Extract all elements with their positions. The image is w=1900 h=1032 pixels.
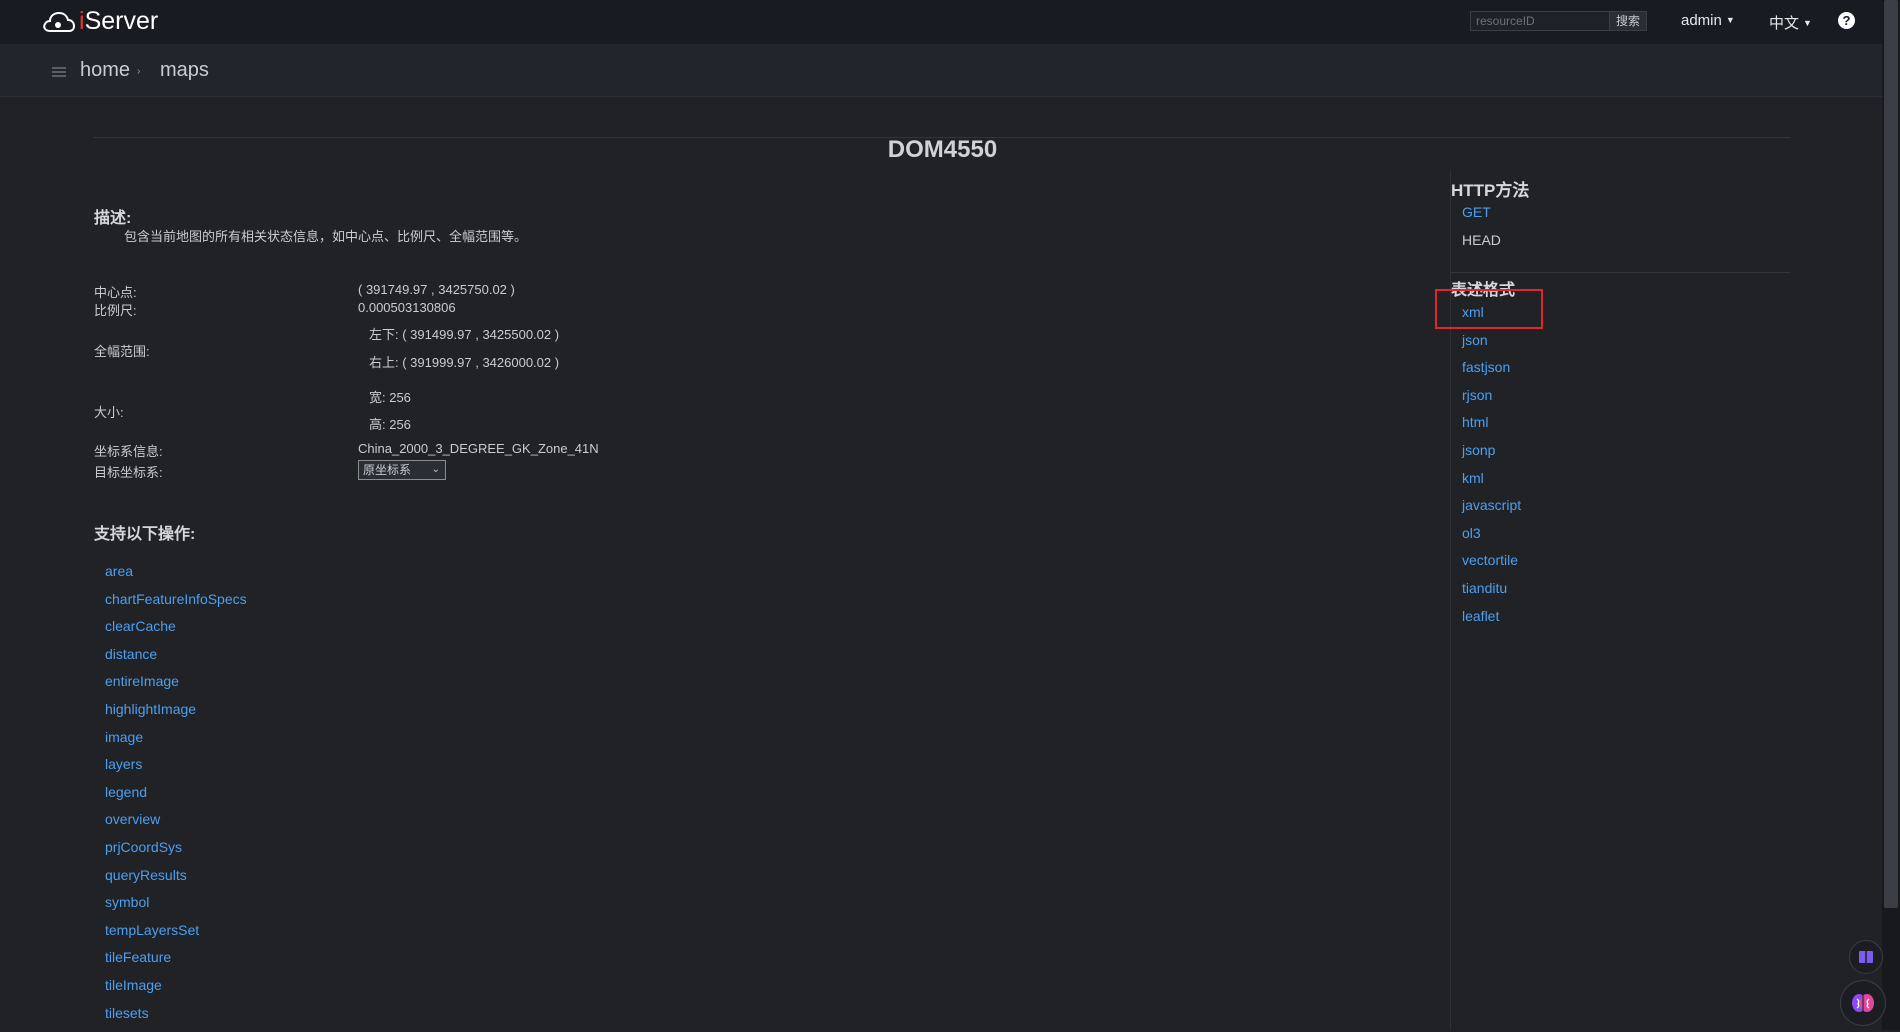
scrollbar-thumb[interactable] (1884, 0, 1898, 908)
format-link-vectortile[interactable]: vectortile (1462, 552, 1521, 580)
search-button[interactable]: 搜索 (1609, 11, 1647, 31)
top-navigation-bar: iServer 搜索 admin ▼ 中文 ▼ ? (0, 0, 1882, 44)
caret-down-icon: ▼ (1726, 15, 1735, 25)
target-crs-selected: 原坐标系 (363, 463, 411, 477)
description-heading: 描述: (94, 204, 131, 228)
operation-link-highlightimage[interactable]: highlightImage (105, 701, 247, 729)
bounds-lower-left: 左下: ( 391499.97 , 3425500.02 ) (369, 324, 559, 343)
operation-link-overview[interactable]: overview (105, 811, 247, 839)
formats-heading: 表述格式 (1451, 276, 1515, 300)
chevron-down-icon: ⌄ (432, 461, 440, 479)
center-label: 中心点: (94, 282, 137, 301)
user-menu[interactable]: admin ▼ (1681, 12, 1735, 29)
size-width: 宽: 256 (369, 387, 411, 406)
formats-list: xml json fastjson rjson html jsonp kml j… (1462, 304, 1521, 635)
format-link-kml[interactable]: kml (1462, 470, 1521, 498)
operation-link-entireimage[interactable]: entireImage (105, 673, 247, 701)
help-icon[interactable]: ? (1838, 12, 1855, 29)
breadcrumb: home › maps (0, 44, 1882, 97)
operation-link-queryresults[interactable]: queryResults (105, 867, 247, 895)
format-link-html[interactable]: html (1462, 414, 1521, 442)
operation-link-clearcache[interactable]: clearCache (105, 618, 247, 646)
operation-link-prjcoordsys[interactable]: prjCoordSys (105, 839, 247, 867)
format-link-javascript[interactable]: javascript (1462, 497, 1521, 525)
operation-link-image[interactable]: image (105, 729, 247, 757)
bounds-upper-right: 右上: ( 391999.97 , 3426000.02 ) (369, 352, 559, 371)
http-method-head: HEAD (1462, 232, 1501, 248)
format-link-ol3[interactable]: ol3 (1462, 525, 1521, 553)
breadcrumb-current: maps (160, 59, 209, 82)
language-menu[interactable]: 中文 ▼ (1769, 12, 1812, 33)
format-link-rjson[interactable]: rjson (1462, 387, 1521, 415)
operations-heading: 支持以下操作: (94, 520, 195, 544)
operation-link-legend[interactable]: legend (105, 784, 247, 812)
bounds-label: 全幅范围: (94, 341, 150, 360)
logo-text: iServer (79, 7, 158, 36)
target-crs-select[interactable]: 原坐标系 ⌄ (358, 460, 446, 480)
size-label: 大小: (94, 402, 124, 421)
book-button[interactable] (1849, 940, 1883, 974)
resource-search-input[interactable] (1470, 11, 1610, 31)
http-methods-heading: HTTP方法 (1451, 176, 1529, 201)
format-link-jsonp[interactable]: jsonp (1462, 442, 1521, 470)
operation-link-templayersset[interactable]: tempLayersSet (105, 922, 247, 950)
breadcrumb-home-link[interactable]: home (80, 59, 130, 82)
target-crs-label: 目标坐标系: (94, 462, 163, 481)
http-method-get[interactable]: GET (1462, 204, 1491, 220)
operation-link-tilesets[interactable]: tilesets (105, 1005, 247, 1032)
logo[interactable]: iServer (42, 7, 158, 36)
scale-value: 0.000503130806 (358, 300, 456, 315)
format-link-tianditu[interactable]: tianditu (1462, 580, 1521, 608)
format-link-fastjson[interactable]: fastjson (1462, 359, 1521, 387)
book-icon (1858, 950, 1874, 964)
description-text: 包含当前地图的所有相关状态信息，如中心点、比例尺、全幅范围等。 (124, 226, 527, 245)
operation-link-area[interactable]: area (105, 563, 247, 591)
cloud-logo-icon (42, 10, 76, 34)
caret-down-icon: ▼ (1803, 18, 1812, 28)
breadcrumb-menu-icon (52, 67, 66, 77)
operations-list: area chartFeatureInfoSpecs clearCache di… (105, 563, 247, 1032)
operation-link-tilefeature[interactable]: tileFeature (105, 949, 247, 977)
format-link-leaflet[interactable]: leaflet (1462, 608, 1521, 636)
format-link-xml[interactable]: xml (1462, 304, 1521, 332)
user-menu-label: admin (1681, 12, 1722, 29)
breadcrumb-separator: › (137, 66, 140, 77)
brain-button[interactable] (1840, 980, 1886, 1026)
crs-label: 坐标系信息: (94, 441, 163, 460)
format-link-json[interactable]: json (1462, 332, 1521, 360)
operation-link-tileimage[interactable]: tileImage (105, 977, 247, 1005)
operation-link-layers[interactable]: layers (105, 756, 247, 784)
center-value: ( 391749.97 , 3425750.02 ) (358, 282, 515, 297)
operation-link-chartfeatureinfospecs[interactable]: chartFeatureInfoSpecs (105, 591, 247, 619)
language-menu-label: 中文 (1769, 15, 1799, 32)
operation-link-distance[interactable]: distance (105, 646, 247, 674)
page-title: DOM4550 (0, 136, 1885, 164)
sidebar-section-divider (1450, 272, 1790, 273)
scale-label: 比例尺: (94, 300, 137, 319)
brain-icon (1851, 992, 1875, 1014)
size-height: 高: 256 (369, 414, 411, 433)
crs-value: China_2000_3_DEGREE_GK_Zone_41N (358, 441, 599, 456)
operation-link-symbol[interactable]: symbol (105, 894, 247, 922)
